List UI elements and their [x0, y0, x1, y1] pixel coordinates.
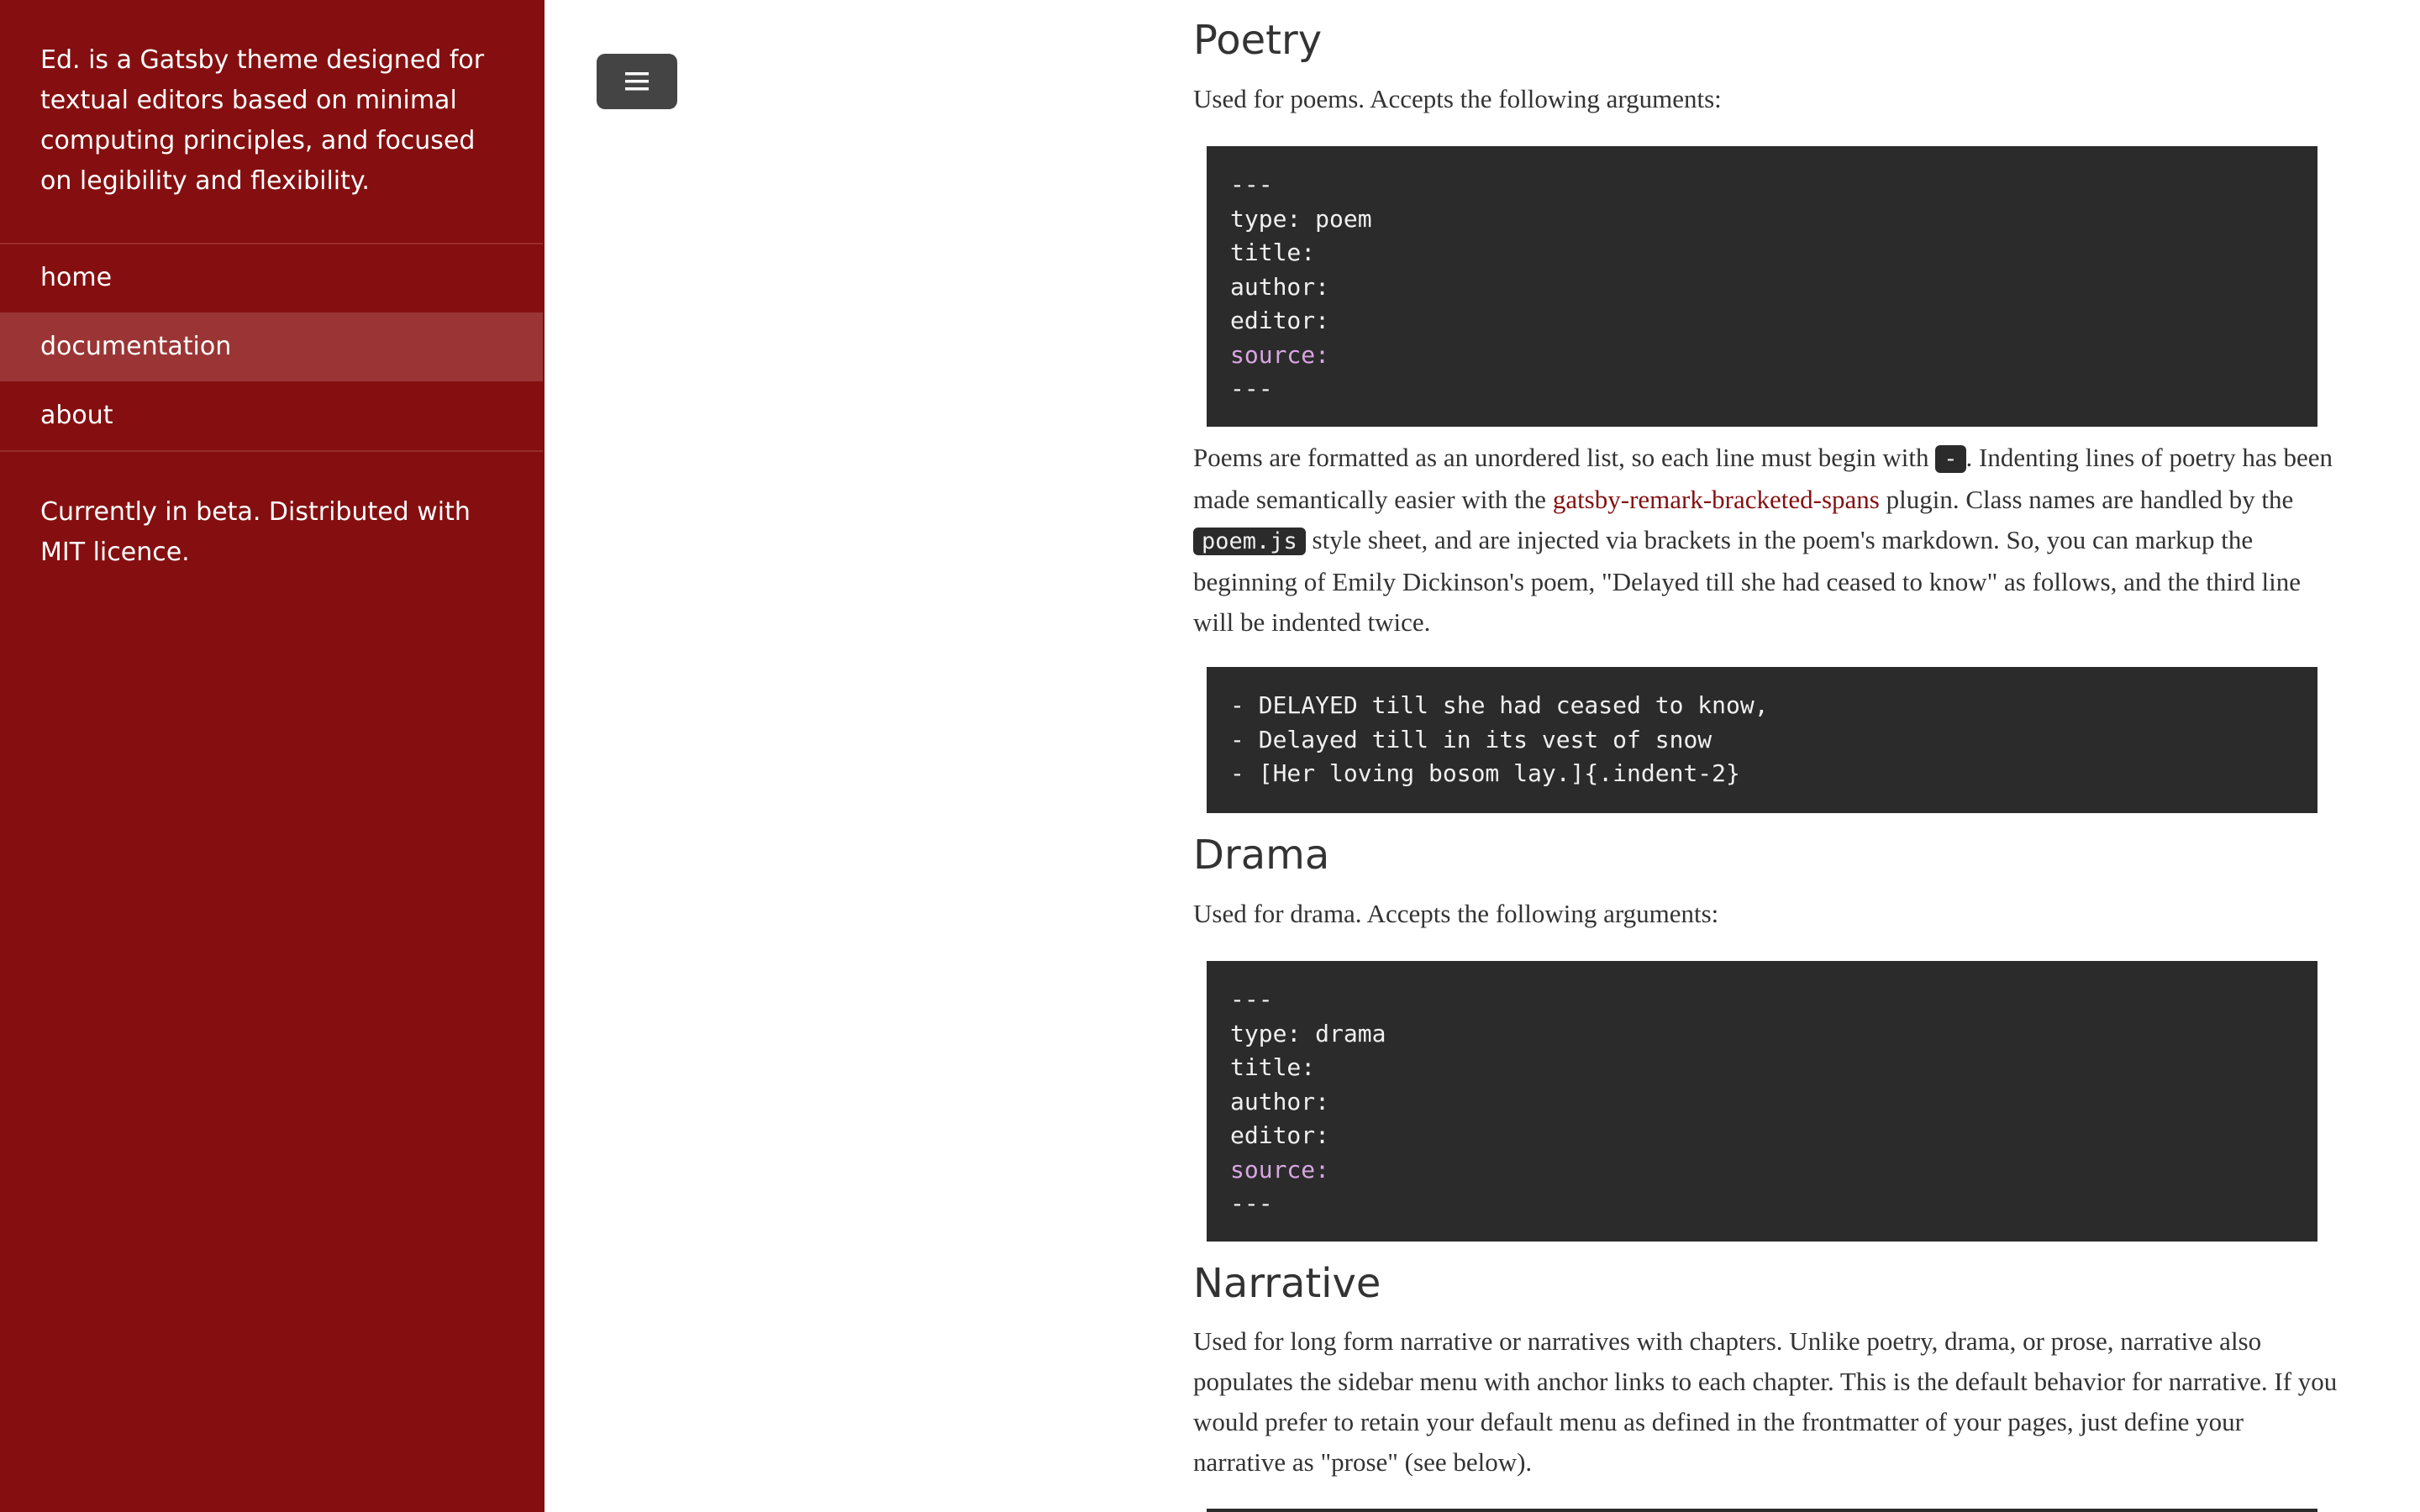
- code-line: source:: [1230, 340, 1330, 369]
- code-line: title:: [1230, 239, 1316, 266]
- sidebar-intro: Ed. is a Gatsby theme designed for textu…: [40, 45, 485, 196]
- menu-toggle-button[interactable]: [597, 54, 677, 109]
- code-line: - DELAYED till she had ceased to know,: [1230, 691, 1769, 719]
- section-heading-drama: Drama: [1193, 832, 1330, 879]
- sidebar: Ed. is a Gatsby theme designed for textu…: [0, 0, 544, 1512]
- code-line: author:: [1230, 272, 1330, 301]
- code-line: ---: [1230, 1189, 1273, 1217]
- poetry-description: Poems are formatted as an unordered list…: [1193, 438, 2339, 643]
- code-line: type: drama: [1230, 1019, 1386, 1047]
- code-line: editor:: [1230, 1121, 1330, 1149]
- link-gatsby-remark-bracketed-spans[interactable]: gatsby-remark-bracketed-spans: [1553, 485, 1880, 514]
- code-line: source:: [1230, 1155, 1330, 1184]
- code-block-poem-example: - DELAYED till she had ceased to know, - …: [1207, 667, 2317, 813]
- drama-intro: Used for drama. Accepts the following ar…: [1193, 899, 1719, 928]
- sidebar-divider: [0, 450, 543, 452]
- text-span: style sheet, and are injected via bracke…: [1193, 525, 2301, 637]
- code-block-drama-frontmatter: --- type: drama title: author: editor: source…: [1207, 961, 2317, 1242]
- poetry-intro: Used for poems. Accepts the following ar…: [1193, 84, 1722, 113]
- code-line: - Delayed till in its vest of snow: [1230, 725, 1712, 753]
- code-line: ---: [1230, 375, 1273, 402]
- code-block-next: [1207, 1509, 2317, 1512]
- text-span: plugin. Class names are handled by the: [1879, 485, 2294, 514]
- code-line: - [Her loving bosom lay.]{.indent-2}: [1230, 759, 1740, 787]
- code-block-poetry-frontmatter: --- type: poem title: author: editor: source:…: [1207, 146, 2317, 427]
- menu-icon: [625, 72, 649, 91]
- inline-code-dash: -: [1935, 445, 1966, 473]
- narrative-description: Used for long form narrative or narrativ…: [1193, 1326, 2338, 1477]
- sidebar-item-about[interactable]: about: [0, 381, 543, 450]
- code-line: title:: [1230, 1053, 1316, 1081]
- code-line: author:: [1230, 1087, 1330, 1116]
- sidebar-item-documentation[interactable]: documentation: [0, 312, 543, 381]
- code-line: ---: [1230, 171, 1273, 198]
- section-heading-narrative: Narrative: [1193, 1260, 1381, 1307]
- sidebar-footer: Currently in beta. Distributed with MIT …: [40, 497, 471, 567]
- code-line: ---: [1230, 985, 1273, 1013]
- code-line: type: poem: [1230, 204, 1372, 233]
- code-line: editor:: [1230, 307, 1330, 334]
- sidebar-item-home[interactable]: home: [0, 244, 543, 312]
- inline-code-poem-js: poem.js: [1193, 528, 1306, 555]
- text-span: Poems are formatted as an unordered list…: [1193, 443, 1936, 472]
- section-heading-poetry: Poetry: [1193, 17, 1323, 64]
